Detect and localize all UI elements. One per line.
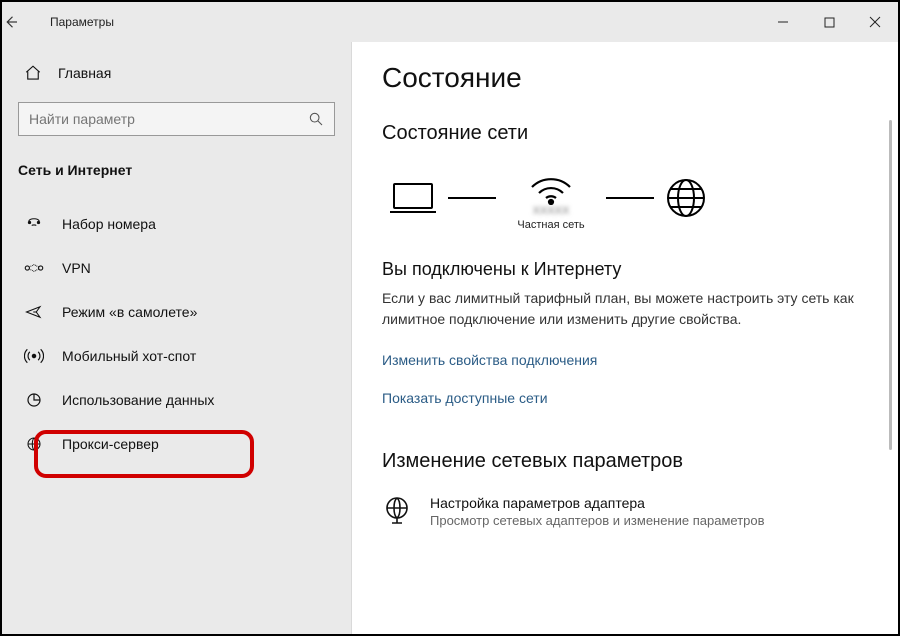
adapter-icon bbox=[382, 495, 412, 525]
hotspot-icon bbox=[24, 346, 44, 366]
sidebar-item-proxy[interactable]: Прокси-сервер bbox=[2, 422, 351, 466]
sidebar-item-airplane[interactable]: Режим «в самолете» bbox=[2, 290, 351, 334]
network-name-blurred: XXXXX bbox=[533, 205, 570, 217]
sidebar-item-label: Прокси-сервер bbox=[62, 436, 159, 452]
sidebar-section-title: Сеть и Интернет bbox=[2, 154, 351, 196]
airplane-icon bbox=[24, 302, 44, 322]
sidebar-item-vpn[interactable]: VPN bbox=[2, 246, 351, 290]
globe-icon bbox=[664, 176, 708, 220]
dialup-icon bbox=[24, 214, 44, 234]
minimize-button[interactable] bbox=[760, 2, 806, 42]
diagram-line bbox=[448, 197, 496, 199]
sidebar-item-label: Набор номера bbox=[62, 216, 156, 232]
adapter-desc: Просмотр сетевых адаптеров и изменение п… bbox=[430, 513, 765, 528]
home-icon bbox=[24, 64, 42, 82]
sidebar-item-label: Использование данных bbox=[62, 392, 214, 408]
main-content: Состояние Состояние сети XXXXX Частная с… bbox=[352, 42, 898, 634]
vpn-icon bbox=[24, 258, 44, 278]
sidebar: Главная Сеть и Интернет Набор номера bbox=[2, 42, 352, 634]
window-body: Главная Сеть и Интернет Набор номера bbox=[2, 42, 898, 634]
close-button[interactable] bbox=[852, 2, 898, 42]
search-box[interactable] bbox=[18, 102, 335, 136]
maximize-button[interactable] bbox=[806, 2, 852, 42]
search-input[interactable] bbox=[29, 111, 308, 127]
adapter-title: Настройка параметров адаптера bbox=[430, 495, 765, 511]
show-networks-link[interactable]: Показать доступные сети bbox=[382, 390, 868, 406]
sidebar-item-label: Мобильный хот-спот bbox=[62, 348, 196, 364]
status-heading: Состояние сети bbox=[382, 122, 868, 145]
sidebar-item-hotspot[interactable]: Мобильный хот-спот bbox=[2, 334, 351, 378]
sidebar-nav: Набор номера VPN Режим «в самолете» bbox=[2, 202, 351, 466]
computer-icon bbox=[388, 178, 438, 218]
window-title: Параметры bbox=[42, 15, 114, 29]
change-settings-heading: Изменение сетевых параметров bbox=[382, 450, 868, 473]
adapter-settings-row[interactable]: Настройка параметров адаптера Просмотр с… bbox=[382, 495, 868, 528]
change-connection-props-link[interactable]: Изменить свойства подключения bbox=[382, 352, 868, 368]
sidebar-home-label: Главная bbox=[58, 65, 111, 81]
back-button[interactable] bbox=[2, 13, 42, 31]
network-diagram: XXXXX Частная сеть bbox=[388, 165, 868, 231]
sidebar-item-dialup[interactable]: Набор номера bbox=[2, 202, 351, 246]
sidebar-item-label: Режим «в самолете» bbox=[62, 304, 197, 320]
sidebar-home[interactable]: Главная bbox=[2, 54, 351, 92]
proxy-icon bbox=[24, 434, 44, 454]
wifi-icon bbox=[526, 165, 576, 205]
network-type-label: Частная сеть bbox=[517, 219, 584, 231]
connected-body: Если у вас лимитный тарифный план, вы мо… bbox=[382, 288, 862, 330]
sidebar-item-data-usage[interactable]: Использование данных bbox=[2, 378, 351, 422]
search-icon bbox=[308, 111, 324, 127]
settings-window: Параметры Главная Се bbox=[0, 0, 900, 636]
page-title: Состояние bbox=[382, 62, 868, 94]
sidebar-item-label: VPN bbox=[62, 260, 91, 276]
connected-heading: Вы подключены к Интернету bbox=[382, 259, 868, 280]
titlebar: Параметры bbox=[2, 2, 898, 42]
scrollbar[interactable] bbox=[889, 120, 892, 450]
data-usage-icon bbox=[24, 390, 44, 410]
diagram-line bbox=[606, 197, 654, 199]
